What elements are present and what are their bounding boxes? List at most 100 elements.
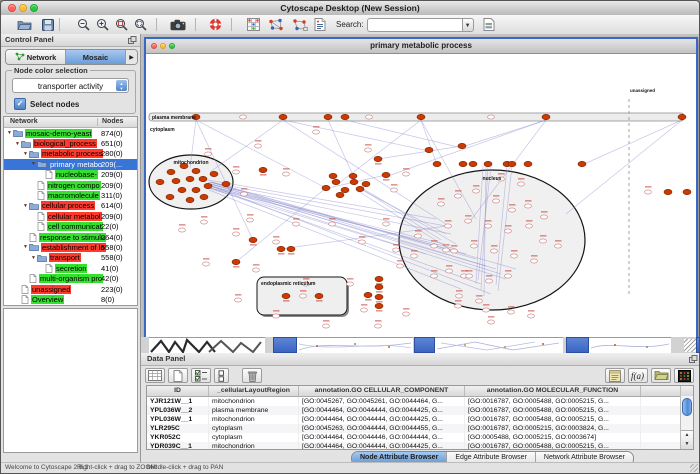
table-cell[interactable]: plasma membrane <box>209 406 299 415</box>
select-nodes-checkbox[interactable]: ✓ <box>14 98 26 110</box>
gene-node[interactable] <box>205 152 212 156</box>
gene-node[interactable] <box>511 254 518 258</box>
gene-node[interactable] <box>431 274 438 278</box>
gene-node-selected[interactable] <box>364 292 372 297</box>
expander-icon[interactable]: ▼ <box>22 151 29 157</box>
background-network-thumbnail[interactable] <box>297 337 413 353</box>
vizmapper-icon[interactable] <box>314 16 326 33</box>
table-cell[interactable]: [GO:0044464, GO:0044446, GO:0044444, G..… <box>299 433 465 442</box>
help-lifebuoy-icon[interactable] <box>209 16 222 33</box>
float-panel-icon[interactable] <box>689 355 698 367</box>
gene-node[interactable] <box>488 115 495 119</box>
expander-icon[interactable]: ▼ <box>30 161 37 167</box>
tree-row-nitrogen-compo[interactable]: nitrogen compo209(0) <box>4 180 137 190</box>
gene-node-selected[interactable] <box>332 179 340 184</box>
gene-node[interactable] <box>531 259 538 263</box>
column-header-annotation.GO MOLECULAR_FUNCTION[interactable]: annotation.GO MOLECULAR_FUNCTION <box>465 386 641 396</box>
gene-node-selected[interactable] <box>375 284 383 289</box>
table-row[interactable]: YKR052Ccytoplasm[GO:0044464, GO:0044446,… <box>147 433 693 442</box>
gene-node[interactable] <box>645 190 652 194</box>
tree-row-nucleobase-[interactable]: nucleobase-209(0) <box>4 170 137 180</box>
attribute-browser-icon[interactable] <box>483 16 495 33</box>
table-cell[interactable]: [GO:0016787, GO:0005215, GO:0003824, G..… <box>465 424 641 433</box>
gene-node[interactable] <box>273 240 280 244</box>
tab-overflow-arrow-icon[interactable]: ▶ <box>126 50 137 64</box>
gene-node[interactable] <box>383 222 390 226</box>
table-cell[interactable]: [GO:0005488, GO:0005215, GO:0003674] <box>465 433 641 442</box>
gene-node[interactable] <box>359 240 366 244</box>
minimize-button[interactable] <box>19 4 27 12</box>
zoom-fit-icon[interactable] <box>134 16 147 33</box>
gene-node[interactable] <box>525 204 532 208</box>
gene-node-selected[interactable] <box>279 114 287 119</box>
gene-node-selected[interactable] <box>433 161 441 166</box>
background-network-thumbnail[interactable] <box>589 337 671 353</box>
gene-node[interactable] <box>179 228 186 232</box>
gene-node[interactable] <box>471 244 478 248</box>
scroll-up-icon[interactable]: ▲ <box>681 431 693 440</box>
gene-node[interactable] <box>233 170 240 174</box>
network-tree-header[interactable]: Network Nodes <box>4 117 137 128</box>
gene-node[interactable] <box>518 182 525 186</box>
gene-node[interactable] <box>555 244 562 248</box>
gene-node-selected[interactable] <box>166 194 174 199</box>
network-close-button[interactable] <box>151 43 157 49</box>
node-color-dropdown[interactable]: transporter activity ▲▼ <box>12 78 129 93</box>
table-cell[interactable]: mitochondrion <box>209 442 299 450</box>
expander-icon[interactable]: ▼ <box>22 203 29 209</box>
gene-node-selected[interactable] <box>186 176 194 181</box>
gene-node[interactable] <box>240 115 247 119</box>
gene-node-selected[interactable] <box>329 173 337 178</box>
gene-node-selected[interactable] <box>336 192 344 197</box>
background-network-thumbnail[interactable] <box>435 337 563 353</box>
gene-node[interactable] <box>446 269 453 273</box>
gene-node[interactable] <box>431 244 438 248</box>
network-canvas[interactable]: plasma membranecytoplasmmitochondrionnuc… <box>146 54 696 338</box>
table-row[interactable]: YPL036W__1mitochondrion[GO:0044464, GO:0… <box>147 415 693 424</box>
gene-node-selected[interactable] <box>156 179 164 184</box>
table-cell[interactable]: YPL036W__1 <box>147 415 209 424</box>
table-cell[interactable]: YKR052C <box>147 433 209 442</box>
expander-icon[interactable]: ▼ <box>14 141 21 147</box>
gene-node[interactable] <box>347 282 354 286</box>
gene-node[interactable] <box>365 148 372 152</box>
scrollbar-thumb[interactable] <box>682 398 692 416</box>
gene-node[interactable] <box>473 189 480 193</box>
scrollbar-arrows[interactable]: ▲▼ <box>681 430 693 449</box>
gene-node-selected[interactable] <box>259 167 267 172</box>
gene-node[interactable] <box>397 264 404 268</box>
table-row[interactable]: YLR295Ccytoplasm[GO:0045263, GO:0044444,… <box>147 424 693 433</box>
gene-node-selected[interactable] <box>350 179 358 184</box>
tree-row-cellular-process[interactable]: ▼cellular process614(0) <box>4 201 137 211</box>
gene-node[interactable] <box>273 314 280 318</box>
gene-node[interactable] <box>375 324 382 328</box>
gene-node[interactable] <box>293 222 300 226</box>
gene-node-selected[interactable] <box>341 114 349 119</box>
attribute-matrix-icon[interactable] <box>674 368 694 383</box>
select-all-attributes-icon[interactable] <box>191 368 211 383</box>
gene-node[interactable] <box>329 222 336 226</box>
gene-node-selected[interactable] <box>315 293 323 298</box>
gene-node-selected[interactable] <box>664 189 672 194</box>
network-modify-icon[interactable] <box>292 16 308 33</box>
gene-node[interactable] <box>283 172 290 176</box>
snapshot-camera-icon[interactable] <box>170 16 186 33</box>
zoom-window-button[interactable] <box>30 4 38 12</box>
table-cell[interactable]: [GO:0016787, GO:0005488, GO:0005215, G..… <box>465 397 641 406</box>
gene-node[interactable] <box>505 229 512 233</box>
float-panel-icon[interactable] <box>128 36 137 48</box>
zoom-in-icon[interactable] <box>96 16 109 33</box>
table-cell[interactable]: YDR039C__1 <box>147 442 209 450</box>
region-plasma-membrane[interactable] <box>149 113 684 121</box>
gene-node[interactable] <box>476 299 483 303</box>
gene-node[interactable] <box>247 218 254 222</box>
gene-node-selected[interactable] <box>232 259 240 264</box>
table-cell[interactable]: [GO:0045263, GO:0044444, GO:0044455, G..… <box>299 424 465 433</box>
gene-node[interactable] <box>313 130 320 134</box>
gene-node[interactable] <box>491 249 498 253</box>
gene-node[interactable] <box>300 294 307 298</box>
gene-node-selected[interactable] <box>375 276 383 281</box>
gene-node[interactable] <box>393 248 400 252</box>
attribute-notes-icon[interactable] <box>605 368 625 383</box>
gene-node-selected[interactable] <box>249 237 257 242</box>
